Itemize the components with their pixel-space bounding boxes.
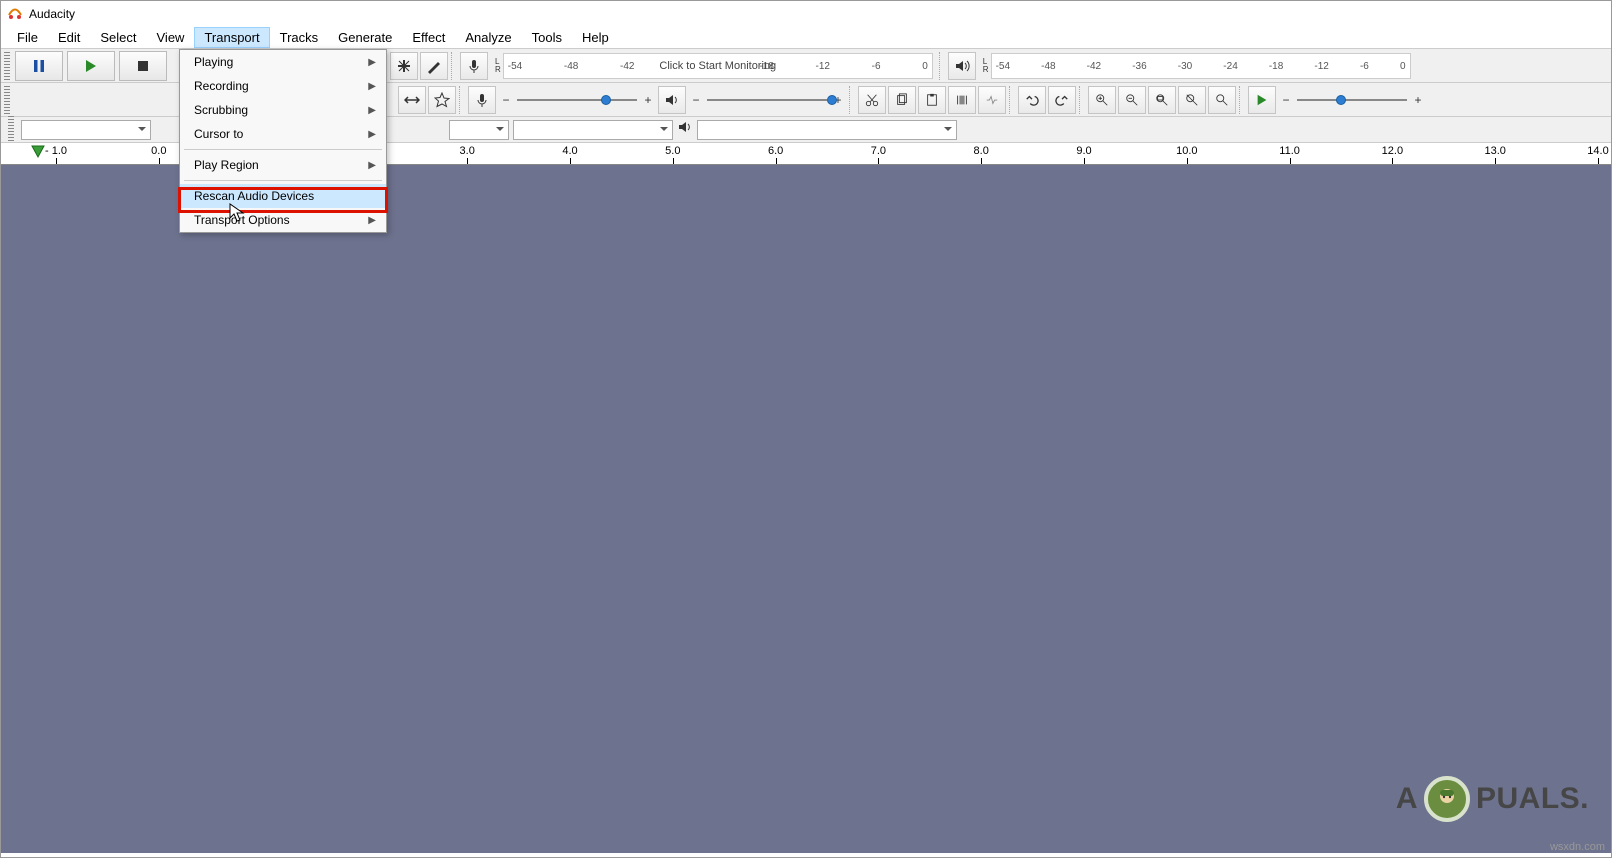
timeline-label: 0.0 [151,145,166,157]
menu-select[interactable]: Select [90,27,146,48]
menu-bar: File Edit Select View Transport Tracks G… [1,27,1611,49]
tracks-area[interactable] [1,165,1611,853]
zoom-out-button[interactable] [1118,86,1146,114]
timeline-label: 9.0 [1076,145,1091,157]
audio-host-combo[interactable] [21,120,151,140]
tool-multi-icon[interactable] [428,86,456,114]
recording-channels-combo[interactable] [449,120,509,140]
rec-meter-channels: LR [495,58,501,74]
menu-view[interactable]: View [147,27,195,48]
trim-button[interactable] [948,86,976,114]
stop-button[interactable] [119,51,167,81]
timeline-label: 14.0 [1587,145,1608,157]
mouse-cursor-icon [229,203,245,228]
menu-tracks[interactable]: Tracks [270,27,329,48]
timeline-label: 7.0 [871,145,886,157]
title-bar: Audacity [1,1,1611,27]
toolbar-separator [939,52,945,80]
watermark-logo: A PUALS. [1396,769,1589,829]
timeline-label: 6.0 [768,145,783,157]
play-button[interactable] [67,51,115,81]
menu-separator [184,149,382,150]
tool-timeshift-icon[interactable] [398,86,426,114]
timeline-label: 12.0 [1382,145,1403,157]
playback-speed-slider[interactable]: − + [1277,93,1427,107]
app-icon [7,6,23,22]
menu-separator [184,180,382,181]
menu-rescan-audio-devices[interactable]: Rescan Audio Devices [180,184,386,208]
copy-button[interactable] [888,86,916,114]
toolbar-separator [1079,86,1085,114]
toolbar-separator [1009,86,1015,114]
playback-device-combo[interactable] [697,120,957,140]
toolbar-grip[interactable] [8,116,14,144]
footer-site-text: wsxdn.com [1550,841,1605,853]
cut-button[interactable] [858,86,886,114]
menu-help[interactable]: Help [572,27,619,48]
toolbar-separator [451,52,457,80]
menu-playing[interactable]: Playing▶ [180,50,386,74]
menu-file[interactable]: File [7,27,48,48]
silence-button[interactable] [978,86,1006,114]
toolbar-grip[interactable] [4,86,10,114]
timeline-label: 8.0 [974,145,989,157]
toolbar-separator [1239,86,1245,114]
rec-meter-message[interactable]: Click to Start Monitoring [504,54,932,78]
paste-button[interactable] [918,86,946,114]
timeline-label: 4.0 [562,145,577,157]
mic-level-icon [468,86,496,114]
menu-tools[interactable]: Tools [522,27,572,48]
tool-zoom-combined-icon[interactable] [390,52,418,80]
rec-mic-icon [460,52,488,80]
window-title: Audacity [29,7,75,21]
watermark-icon [1424,776,1470,822]
timeline-label: - 1.0 [45,145,67,157]
menu-scrubbing[interactable]: Scrubbing▶ [180,98,386,122]
redo-button[interactable] [1048,86,1076,114]
pause-button[interactable] [15,51,63,81]
playback-meter[interactable]: LR -54 -48 -42 -36 -30 -24 -18 -12 -6 0 [977,51,1415,81]
play-at-speed-button[interactable] [1248,86,1276,114]
toolbar-grip[interactable] [4,52,10,80]
tool-draw-icon[interactable] [420,52,448,80]
fit-selection-button[interactable] [1148,86,1176,114]
menu-cursor-to[interactable]: Cursor to▶ [180,122,386,146]
timeline-label: 5.0 [665,145,680,157]
play-device-icon [677,119,693,140]
toolbar-separator [849,86,855,114]
timeline-label: 11.0 [1279,145,1300,157]
recording-device-combo[interactable] [513,120,673,140]
menu-effect[interactable]: Effect [402,27,455,48]
menu-generate[interactable]: Generate [328,27,402,48]
toolbar-separator [459,86,465,114]
menu-transport-options[interactable]: Transport Options▶ [180,208,386,232]
menu-recording[interactable]: Recording▶ [180,74,386,98]
fit-project-button[interactable] [1178,86,1206,114]
zoom-toggle-button[interactable] [1208,86,1236,114]
transport-dropdown: Playing▶ Recording▶ Scrubbing▶ Cursor to… [179,49,387,233]
timeline-label: 3.0 [460,145,475,157]
menu-analyze[interactable]: Analyze [455,27,521,48]
zoom-in-button[interactable] [1088,86,1116,114]
undo-button[interactable] [1018,86,1046,114]
speaker-level-icon [658,86,686,114]
play-speaker-icon [948,52,976,80]
timeline-label: 13.0 [1484,145,1505,157]
timeline-label: 10.0 [1176,145,1197,157]
play-meter-channels: LR [983,58,989,74]
playback-volume-slider[interactable]: − + [687,93,847,107]
menu-transport[interactable]: Transport [194,27,269,48]
menu-edit[interactable]: Edit [48,27,90,48]
menu-play-region[interactable]: Play Region▶ [180,153,386,177]
recording-meter[interactable]: LR -54 -48 -42 -18 -12 -6 0 Click to Sta… [489,51,937,81]
recording-volume-slider[interactable]: − + [497,93,657,107]
